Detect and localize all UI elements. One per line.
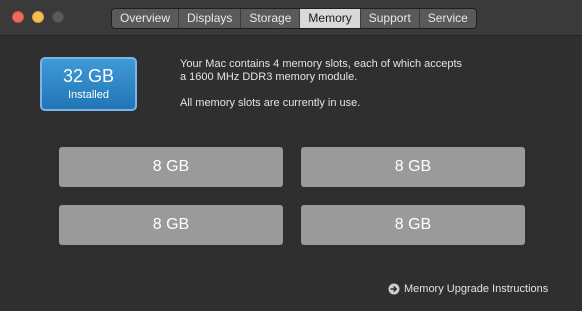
memory-slot-1: 8 GB xyxy=(59,147,283,187)
tab-bar: Overview Displays Storage Memory Support… xyxy=(111,8,477,29)
memory-upgrade-label: Memory Upgrade Instructions xyxy=(404,283,549,295)
system-info-window: Overview Displays Storage Memory Support… xyxy=(0,0,582,311)
minimize-icon[interactable] xyxy=(32,11,44,23)
memory-total: 32 GB xyxy=(62,66,115,86)
tab-memory[interactable]: Memory xyxy=(300,9,361,28)
arrow-circle-right-icon xyxy=(388,283,400,295)
memory-total-badge: 32 GB Installed xyxy=(40,57,137,111)
memory-total-caption: Installed xyxy=(68,89,109,101)
title-bar: Overview Displays Storage Memory Support… xyxy=(0,0,582,36)
tab-support[interactable]: Support xyxy=(361,9,420,28)
fullscreen-icon[interactable] xyxy=(52,11,64,23)
tab-overview[interactable]: Overview xyxy=(112,9,180,28)
tab-displays[interactable]: Displays xyxy=(179,9,242,28)
memory-slot-4: 8 GB xyxy=(301,205,525,245)
memory-upgrade-link[interactable]: Memory Upgrade Instructions xyxy=(388,282,548,296)
description-line-2: a 1600 MHz DDR3 memory module. xyxy=(180,71,358,83)
memory-slot-2: 8 GB xyxy=(301,147,525,187)
tab-storage[interactable]: Storage xyxy=(241,9,301,28)
memory-description: Your Mac contains 4 memory slots, each o… xyxy=(180,58,540,110)
description-line-1: Your Mac contains 4 memory slots, each o… xyxy=(180,58,463,70)
tab-service[interactable]: Service xyxy=(420,9,476,28)
close-icon[interactable] xyxy=(12,11,24,23)
memory-status-text: All memory slots are currently in use. xyxy=(180,97,361,109)
memory-slot-3: 8 GB xyxy=(59,205,283,245)
